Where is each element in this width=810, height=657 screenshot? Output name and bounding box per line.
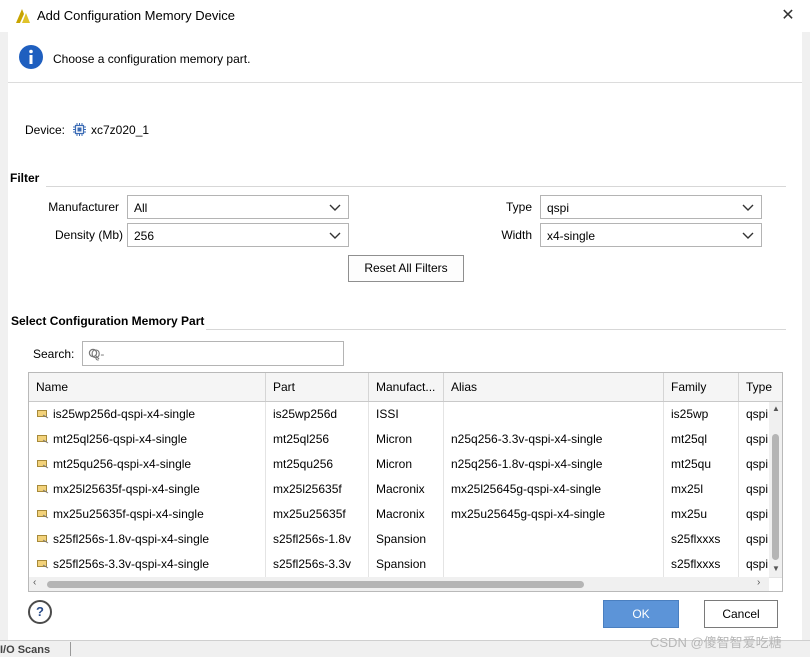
table-row[interactable]: mt25qu256-qspi-x4-single mt25qu256 Micro… xyxy=(29,452,782,478)
cancel-button[interactable]: Cancel xyxy=(704,600,778,628)
search-placeholder: Q- xyxy=(91,347,105,361)
cell-name: mx25l25635f-qspi-x4-single xyxy=(29,477,266,502)
horizontal-scrollbar[interactable]: ‹ › xyxy=(29,577,769,591)
cell-name: s25fl256s-3.3v-qspi-x4-single xyxy=(29,552,266,577)
type-select[interactable]: qspi xyxy=(540,195,762,219)
cell-alias xyxy=(444,527,664,552)
cell-family: s25flxxxs xyxy=(664,552,739,577)
reset-filters-button[interactable]: Reset All Filters xyxy=(348,255,464,282)
title-bar: Add Configuration Memory Device ✕ xyxy=(0,0,810,33)
cell-alias: mx25l25645g-qspi-x4-single xyxy=(444,477,664,502)
width-select[interactable]: x4-single xyxy=(540,223,762,247)
width-label: Width xyxy=(501,228,532,242)
device-label: Device: xyxy=(25,123,66,137)
cell-family: mt25qu xyxy=(664,452,739,477)
vertical-scroll-thumb[interactable] xyxy=(772,434,779,560)
table-row[interactable]: mt25ql256-qspi-x4-single mt25ql256 Micro… xyxy=(29,427,782,453)
cell-name: is25wp256d-qspi-x4-single xyxy=(29,402,266,427)
cell-family: s25flxxxs xyxy=(664,527,739,552)
cell-name: s25fl256s-1.8v-qspi-x4-single xyxy=(29,527,266,552)
chip-icon xyxy=(73,123,86,136)
column-header-family[interactable]: Family xyxy=(664,373,739,401)
chevron-down-icon xyxy=(742,232,754,239)
cell-manufacturer: Macronix xyxy=(369,502,444,527)
horizontal-scroll-thumb[interactable] xyxy=(47,581,584,588)
cell-manufacturer: Micron xyxy=(369,452,444,477)
scroll-right-icon[interactable]: › xyxy=(757,577,760,588)
close-icon[interactable]: ✕ xyxy=(778,5,798,25)
cell-part: mx25u25635f xyxy=(266,502,369,527)
cell-alias: n25q256-3.3v-qspi-x4-single xyxy=(444,427,664,452)
cell-part: mt25qu256 xyxy=(266,452,369,477)
device-value: xc7z020_1 xyxy=(91,123,150,137)
table-row[interactable]: s25fl256s-1.8v-qspi-x4-single s25fl256s-… xyxy=(29,527,782,553)
type-label: Type xyxy=(505,200,532,214)
cell-alias: mx25u25645g-qspi-x4-single xyxy=(444,502,664,527)
chevron-down-icon xyxy=(329,204,341,211)
column-header-name[interactable]: Name xyxy=(29,373,266,401)
info-icon xyxy=(19,45,43,69)
chevron-down-icon xyxy=(742,204,754,211)
background-tab-label: I/O Scans xyxy=(0,644,51,656)
chevron-down-icon xyxy=(329,232,341,239)
window-title: Add Configuration Memory Device xyxy=(37,8,235,23)
cell-family: mx25u xyxy=(664,502,739,527)
cell-alias: n25q256-1.8v-qspi-x4-single xyxy=(444,452,664,477)
density-label: Density (Mb) xyxy=(54,228,123,242)
background-tab-separator xyxy=(70,642,71,656)
search-input[interactable]: Q- xyxy=(82,341,344,366)
cell-family: mx25l xyxy=(664,477,739,502)
density-select[interactable]: 256 xyxy=(127,223,349,247)
cell-name: mt25qu256-qspi-x4-single xyxy=(29,452,266,477)
cell-manufacturer: Macronix xyxy=(369,477,444,502)
info-message: Choose a configuration memory part. xyxy=(53,52,251,66)
search-label: Search: xyxy=(33,347,75,361)
help-button[interactable]: ? xyxy=(28,600,52,624)
filter-section-title: Filter xyxy=(10,171,40,185)
cell-family: is25wp xyxy=(664,402,739,427)
manufacturer-select[interactable]: All xyxy=(127,195,349,219)
cell-part: is25wp256d xyxy=(266,402,369,427)
vivado-logo-icon xyxy=(16,9,30,23)
cell-part: s25fl256s-3.3v xyxy=(266,552,369,577)
vertical-scrollbar[interactable]: ▲ ▼ xyxy=(769,402,782,577)
manufacturer-label: Manufacturer xyxy=(48,200,119,214)
cell-family: mt25ql xyxy=(664,427,739,452)
width-value: x4-single xyxy=(547,229,596,243)
cell-alias xyxy=(444,402,664,427)
scroll-up-icon[interactable]: ▲ xyxy=(772,404,780,413)
cell-manufacturer: Spansion xyxy=(369,552,444,577)
cell-name: mt25ql256-qspi-x4-single xyxy=(29,427,266,452)
select-part-section-title: Select Configuration Memory Part xyxy=(11,314,205,328)
select-part-rule xyxy=(206,329,786,330)
cell-manufacturer: Spansion xyxy=(369,527,444,552)
cell-part: s25fl256s-1.8v xyxy=(266,527,369,552)
frame-right xyxy=(802,32,810,640)
column-header-alias[interactable]: Alias xyxy=(444,373,664,401)
ok-button[interactable]: OK xyxy=(603,600,679,628)
table-header: Name Part Manufact... Alias Family Type xyxy=(29,373,782,402)
cell-name: mx25u25635f-qspi-x4-single xyxy=(29,502,266,527)
cell-manufacturer: ISSI xyxy=(369,402,444,427)
column-header-manufacturer[interactable]: Manufact... xyxy=(369,373,444,401)
column-header-part[interactable]: Part xyxy=(266,373,369,401)
cell-part: mt25ql256 xyxy=(266,427,369,452)
table-row[interactable]: s25fl256s-3.3v-qspi-x4-single s25fl256s-… xyxy=(29,552,782,578)
type-value: qspi xyxy=(547,201,570,215)
frame-left xyxy=(0,32,8,640)
cell-manufacturer: Micron xyxy=(369,427,444,452)
scroll-left-icon[interactable]: ‹ xyxy=(33,577,36,588)
table-row[interactable]: is25wp256d-qspi-x4-single is25wp256d ISS… xyxy=(29,402,782,428)
watermark: CSDN @傻智智爱吃糖 xyxy=(650,635,782,650)
table-row[interactable]: mx25l25635f-qspi-x4-single mx25l25635f M… xyxy=(29,477,782,503)
cell-part: mx25l25635f xyxy=(266,477,369,502)
parts-table[interactable]: Name Part Manufact... Alias Family Type … xyxy=(28,372,783,592)
density-value: 256 xyxy=(134,229,155,243)
filter-rule xyxy=(46,186,786,187)
table-row[interactable]: mx25u25635f-qspi-x4-single mx25u25635f M… xyxy=(29,502,782,528)
column-header-type[interactable]: Type xyxy=(739,373,782,401)
manufacturer-value: All xyxy=(134,201,148,215)
scroll-down-icon[interactable]: ▼ xyxy=(772,564,780,573)
cell-alias xyxy=(444,552,664,577)
